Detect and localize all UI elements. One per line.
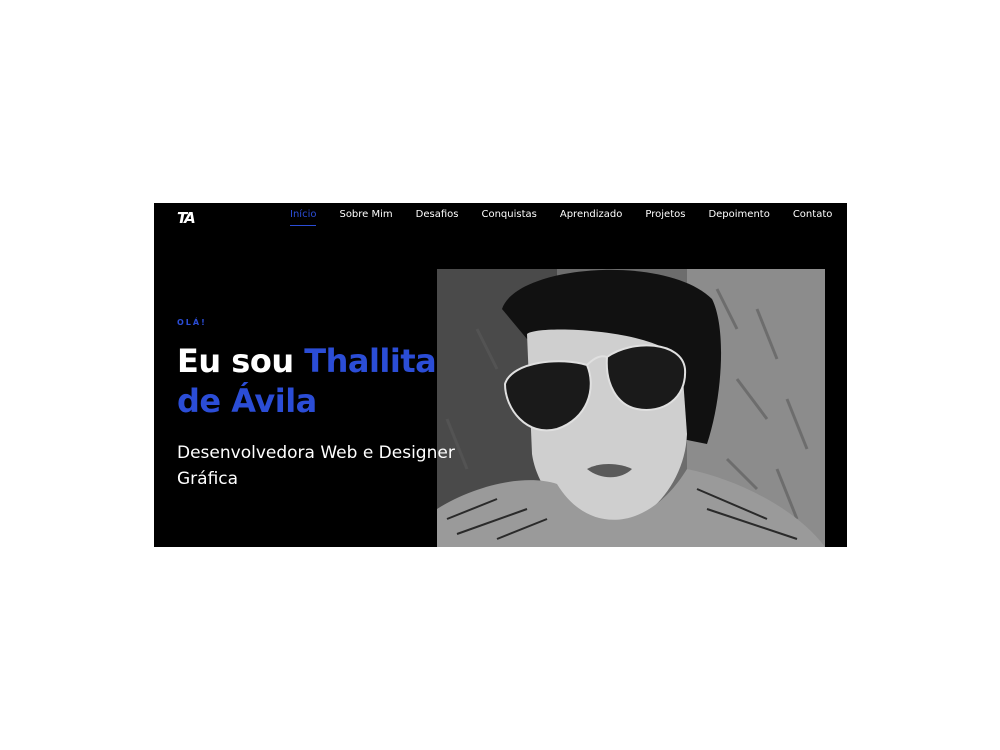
nav-item-sobre-mim[interactable]: Sobre Mim [339,208,392,222]
hero-section: TA Início Sobre Mim Desafios Conquistas … [154,203,847,547]
nav-item-contato[interactable]: Contato [793,208,833,222]
profile-photo [437,269,825,547]
nav-item-desafios[interactable]: Desafios [416,208,459,222]
hero-headline: Eu sou Thallita de Ávila [177,341,467,421]
headline-prefix: Eu sou [177,342,305,380]
nav-item-depoimento[interactable]: Depoimento [708,208,769,222]
nav-item-aprendizado[interactable]: Aprendizado [560,208,623,222]
hero-subtitle: Desenvolvedora Web e Designer Gráfica [177,443,455,489]
nav-item-inicio[interactable]: Início [290,208,317,226]
profile-photo-illustration [437,269,825,547]
nav-item-projetos[interactable]: Projetos [645,208,685,222]
nav-item-conquistas[interactable]: Conquistas [481,208,536,222]
main-nav: Início Sobre Mim Desafios Conquistas Apr… [290,208,847,226]
logo[interactable]: TA [177,209,203,227]
greeting-label: OLÁ! [177,318,207,327]
